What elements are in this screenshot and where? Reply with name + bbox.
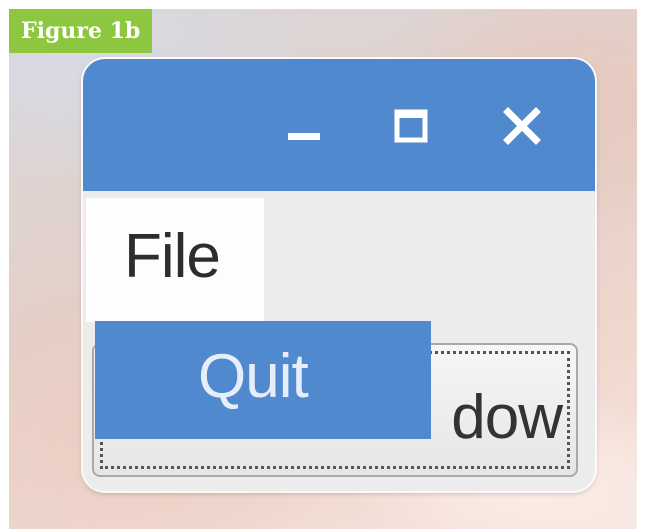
close-icon [503, 107, 541, 145]
minimize-icon [288, 133, 320, 140]
maximize-icon [394, 109, 428, 143]
figure-frame: Figure 1b File dow Quit [0, 0, 646, 532]
menu-file-label: File [124, 222, 221, 291]
minimize-button[interactable] [281, 103, 327, 149]
window-titlebar[interactable] [83, 59, 595, 191]
menu-file[interactable]: File [86, 198, 264, 322]
menu-item-quit-label: Quit [198, 342, 309, 411]
figure-label: Figure 1b [9, 9, 153, 53]
menu-item-quit[interactable]: Quit [95, 321, 431, 439]
close-button[interactable] [499, 103, 545, 149]
window-button-label: dow [451, 383, 563, 452]
app-window: File dow Quit [83, 59, 595, 491]
file-menu-dropdown: Quit [95, 321, 431, 439]
maximize-button[interactable] [388, 103, 434, 149]
